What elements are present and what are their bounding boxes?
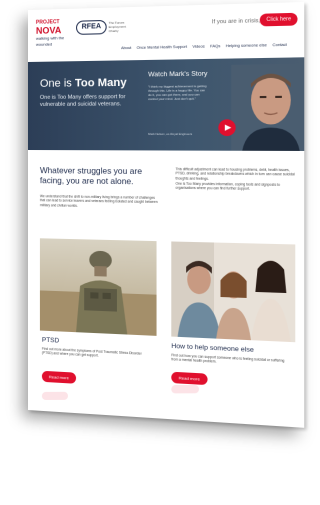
rfea-logo[interactable]: RFEA [76,20,107,35]
reflection-red-mark-1 [42,392,68,400]
intro-paragraph: We understand that the shift to non-mili… [40,194,161,209]
hero-banner: One is Too Many One is Too Many offers s… [28,57,304,151]
nav-item-contact[interactable]: Contact [272,43,287,48]
nav-item-faqs[interactable]: FAQs [210,44,220,48]
mockup-stage: PROJECT NOVA walking with the wounded RF… [0,0,302,505]
project-nova-logo[interactable]: PROJECT NOVA walking with the wounded [36,19,70,46]
veteran-portrait [231,64,304,151]
nav-item-helping[interactable]: Helping someone else [226,43,267,48]
watch-story-heading: Watch Mark's Story [148,70,207,78]
intro-right-paragraph-2: One is Too Many provides information, co… [176,182,298,192]
logo-walking-text: walking with the wounded [36,35,70,48]
reflection-red-mark-2 [171,385,199,393]
nav-item-mental-health[interactable]: Once Mental Health Support [137,45,187,50]
intro-heading: Whatever struggles you are facing, you a… [40,166,167,188]
hero-title: One is Too Many [40,77,127,90]
hero-description: One is Too Many offers support for vulne… [40,94,140,109]
nav-item-about[interactable]: About [121,46,131,50]
nav-item-videos[interactable]: Videos [192,44,204,48]
play-video-button[interactable] [218,119,235,136]
crisis-click-here-button[interactable]: Click here [260,13,298,27]
page-reflection [28,313,304,412]
main-nav: About Once Mental Health Support Videos … [121,43,287,50]
hero-quote: "I think my biggest achievement is getti… [148,84,207,101]
quote-attribution: Mark Nelson, ex-Royal Engineers [148,132,192,136]
site-header: PROJECT NOVA walking with the wounded RF… [28,2,304,62]
rfea-tagline: The Forces Employment Charity [109,20,136,33]
hero-title-bold: Too Many [75,77,127,90]
intro-right-paragraph-1: This difficult adjustment can lead to ho… [176,167,298,182]
hero-title-prefix: One is [40,77,75,89]
